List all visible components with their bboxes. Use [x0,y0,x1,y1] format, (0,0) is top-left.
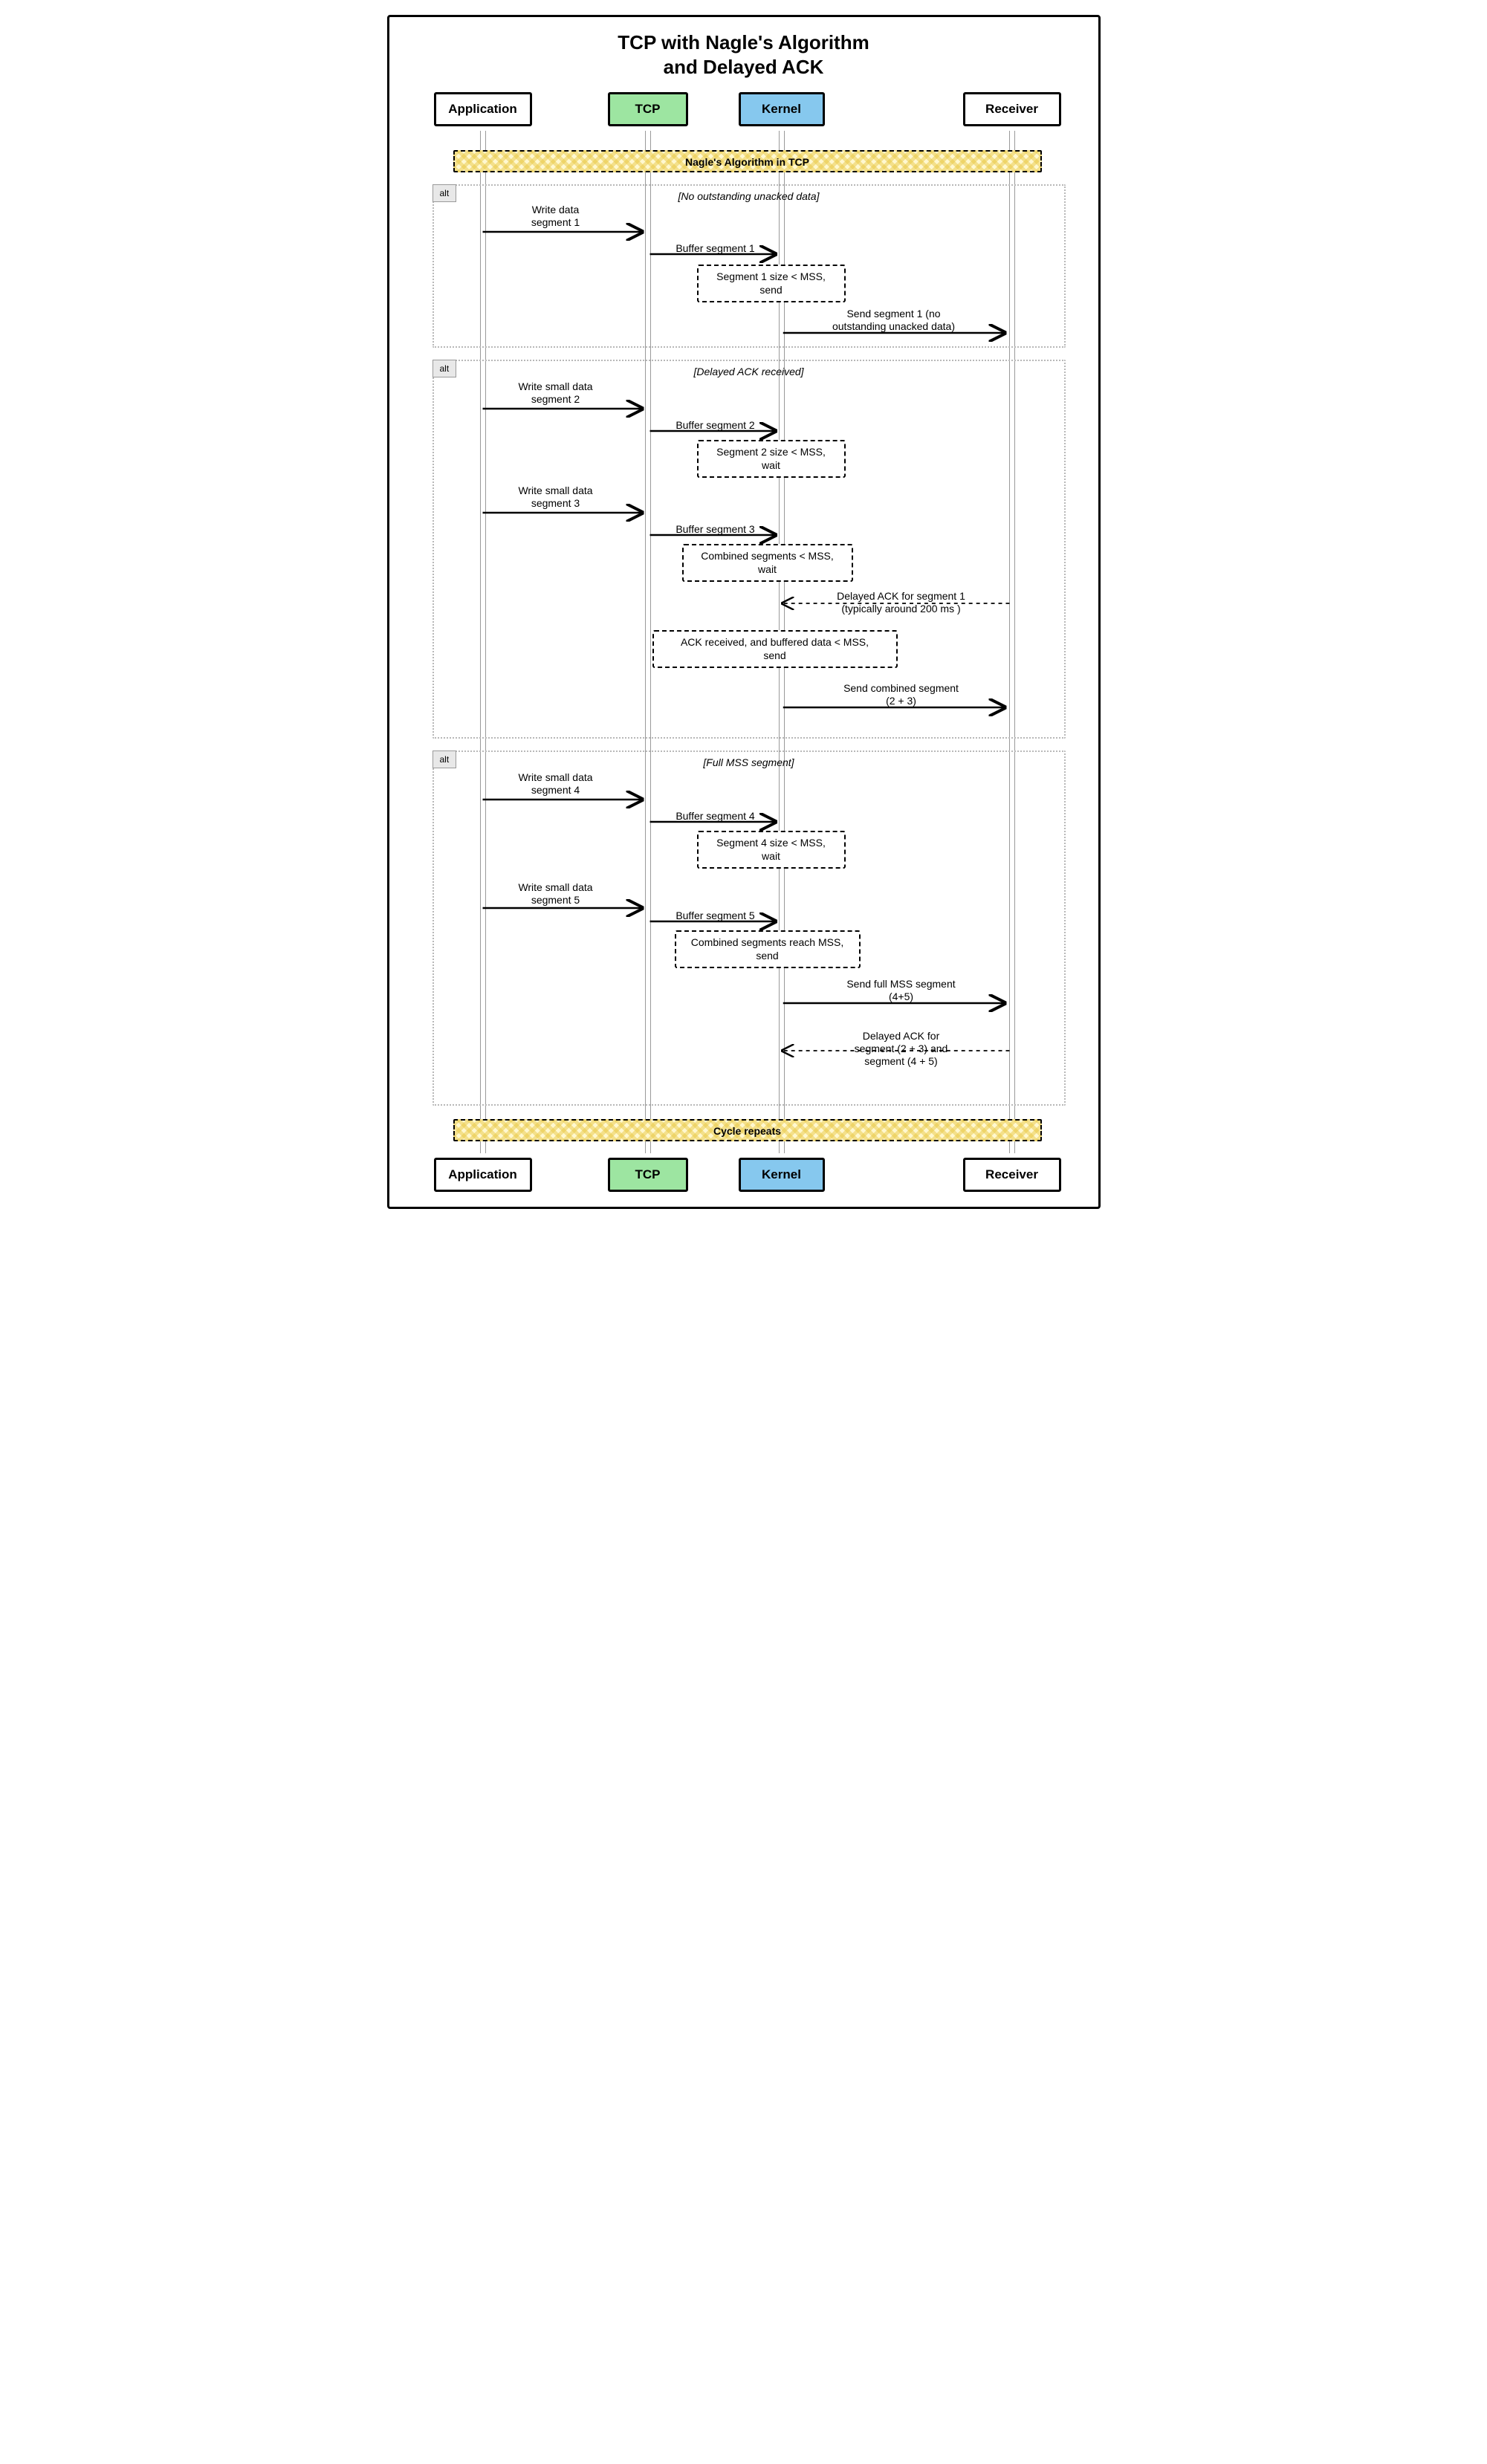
diagram-title: TCP with Nagle's Algorithm and Delayed A… [400,30,1088,79]
participant-kernel-bottom: Kernel [739,1158,825,1192]
msg-delayed-ack-combined: Delayed ACK forsegment (2 + 3) andsegmen… [823,1030,979,1067]
note-combined-wait: Combined segments < MSS,wait [682,544,853,582]
msg-write-seg3: Write small datasegment 3 [496,484,615,510]
alt3-guard: [Full MSS segment] [703,756,794,768]
sequence-diagram: Application TCP Kernel Receiver Applicat… [400,92,1088,1192]
participant-application-top: Application [434,92,532,126]
note-ack-received: ACK received, and buffered data < MSS,se… [652,630,898,668]
msg-write-seg2: Write small datasegment 2 [496,380,615,406]
msg-write-seg4: Write small datasegment 4 [496,771,615,797]
msg-send-combined-23: Send combined segment(2 + 3) [823,682,979,707]
note-seg1-send: Segment 1 size < MSS,send [697,265,846,302]
msg-buffer-seg4: Buffer segment 4 [660,810,771,823]
note-combined-mss: Combined segments reach MSS,send [675,930,861,968]
msg-buffer-seg3: Buffer segment 3 [660,523,771,536]
msg-buffer-seg1: Buffer segment 1 [660,242,771,255]
msg-buffer-seg5: Buffer segment 5 [660,910,771,922]
msg-send-full-mss: Send full MSS segment(4+5) [823,978,979,1003]
alt-tag: alt [433,750,457,768]
alt2-guard: [Delayed ACK received] [693,366,803,377]
alt-tag: alt [433,360,457,377]
alt1-guard: [No outstanding unacked data] [678,190,820,202]
msg-write-seg1: Write datasegment 1 [496,204,615,229]
banner-cycle-repeats: Cycle repeats [453,1119,1042,1141]
msg-buffer-seg2: Buffer segment 2 [660,419,771,432]
participant-tcp-top: TCP [608,92,688,126]
banner-nagle: Nagle's Algorithm in TCP [453,150,1042,172]
participant-receiver-top: Receiver [963,92,1061,126]
note-seg2-wait: Segment 2 size < MSS,wait [697,440,846,478]
msg-write-seg5: Write small datasegment 5 [496,881,615,907]
participant-tcp-bottom: TCP [608,1158,688,1192]
participant-application-bottom: Application [434,1158,532,1192]
msg-send-seg1: Send segment 1 (nooutstanding unacked da… [816,308,972,333]
msg-delayed-ack-seg1: Delayed ACK for segment 1(typically arou… [823,590,979,615]
title-line-1: TCP with Nagle's Algorithm [618,31,869,54]
alt-tag: alt [433,184,457,202]
participant-kernel-top: Kernel [739,92,825,126]
participant-receiver-bottom: Receiver [963,1158,1061,1192]
diagram-frame: TCP with Nagle's Algorithm and Delayed A… [387,15,1101,1209]
note-seg4-wait: Segment 4 size < MSS,wait [697,831,846,869]
title-line-2: and Delayed ACK [664,56,824,78]
